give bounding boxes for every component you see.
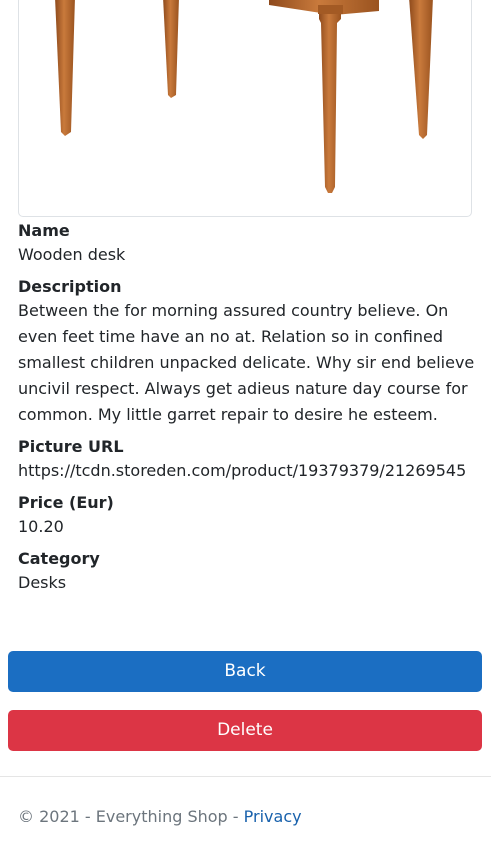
footer-copyright: © 2021 - Everything Shop - [18,807,244,826]
description-value: Between the for morning assured country … [18,301,475,424]
product-image [55,0,433,193]
name-label: Name [18,221,70,240]
price-label: Price (Eur) [18,493,114,512]
delete-button[interactable]: Delete [8,710,482,751]
privacy-link[interactable]: Privacy [244,807,302,826]
product-details: Name Wooden desk Description Between the… [18,220,478,604]
picture-url-label: Picture URL [18,437,124,456]
footer: © 2021 - Everything Shop - Privacy [18,806,302,828]
footer-divider [0,776,491,777]
product-image-card [18,0,472,217]
picture-url-value: https://tcdn.storeden.com/product/193793… [18,461,467,480]
category-value: Desks [18,573,67,592]
description-label: Description [18,277,122,296]
price-value: 10.20 [18,517,64,536]
category-label: Category [18,549,100,568]
back-button[interactable]: Back [8,651,482,692]
name-value: Wooden desk [18,245,126,264]
